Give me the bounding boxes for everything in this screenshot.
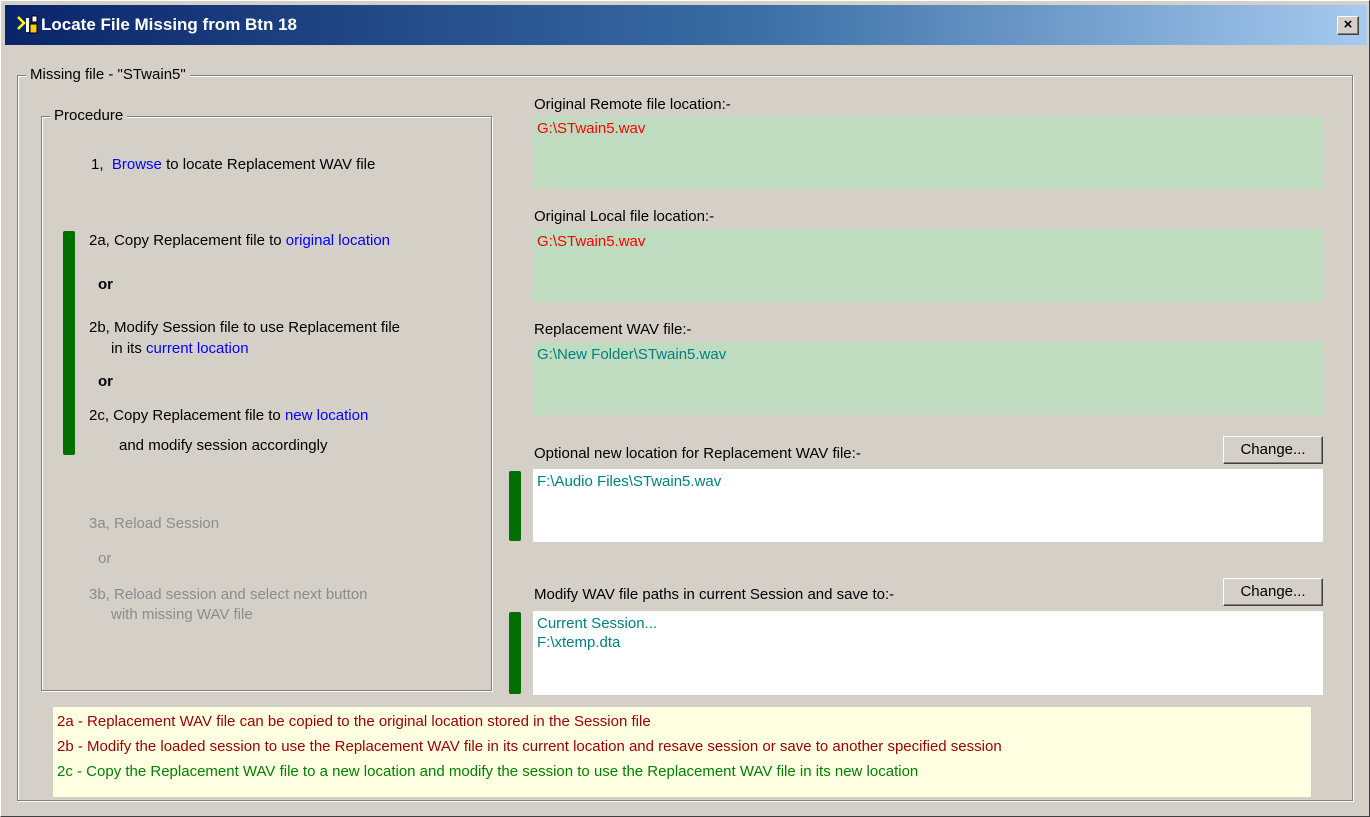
new-location-value: F:\Audio Files\STwain5.wav xyxy=(537,473,722,490)
help-notes-panel: 2a - Replacement WAV file can be copied … xyxy=(53,707,1311,797)
remote-location-value: G:\STwain5.wav xyxy=(537,120,646,137)
step-2-indicator-bar xyxy=(63,231,75,455)
window-title: Locate File Missing from Btn 18 xyxy=(41,15,297,34)
browse-link[interactable]: Browse xyxy=(112,156,162,173)
replacement-file-label: Replacement WAV file:- xyxy=(534,321,692,338)
or-label-3: or xyxy=(98,550,112,567)
modify-session-field[interactable]: Current Session... F:\xtemp.dta xyxy=(533,611,1323,695)
modify-session-indicator-bar xyxy=(509,612,521,694)
or-label-1: or xyxy=(98,276,113,293)
step-2c-line2: and modify session accordingly xyxy=(119,437,328,454)
note-2b: 2b - Modify the loaded session to use th… xyxy=(57,738,1002,755)
procedure-group: Procedure xyxy=(41,107,492,691)
note-2c: 2c - Copy the Replacement WAV file to a … xyxy=(57,763,919,780)
modify-session-value-line1: Current Session... xyxy=(537,615,658,632)
current-location-link[interactable]: current location xyxy=(146,340,249,357)
new-location-indicator-bar xyxy=(509,471,521,541)
note-2a: 2a - Replacement WAV file can be copied … xyxy=(57,713,651,730)
reload-next-step-line2: with missing WAV file xyxy=(111,606,253,623)
reload-next-step-line1[interactable]: 3b, Reload session and select next butto… xyxy=(89,586,368,603)
title-bar[interactable]: Locate File Missing from Btn 18 × xyxy=(5,5,1367,45)
modify-session-label: Modify WAV file paths in current Session… xyxy=(534,586,895,603)
remote-location-field: G:\STwain5.wav xyxy=(533,116,1323,189)
change-new-location-button[interactable]: Change... xyxy=(1223,436,1323,464)
step-2b-line2: in its current location xyxy=(111,340,249,357)
procedure-group-label: Procedure xyxy=(50,107,128,124)
missing-file-group-label: Missing file - "STwain5" xyxy=(26,66,190,83)
close-button[interactable]: × xyxy=(1337,16,1359,35)
original-location-link[interactable]: original location xyxy=(286,232,390,249)
reload-session-step[interactable]: 3a, Reload Session xyxy=(89,515,219,532)
app-icon xyxy=(17,15,38,34)
step-1: 1, Browse to locate Replacement WAV file xyxy=(91,156,376,173)
remote-location-label: Original Remote file location:- xyxy=(534,96,731,113)
modify-session-value-line2: F:\xtemp.dta xyxy=(537,634,621,651)
or-label-2: or xyxy=(98,373,113,390)
step-2a: 2a, Copy Replacement file to original lo… xyxy=(89,232,391,249)
close-icon: × xyxy=(1343,16,1353,33)
change-session-button[interactable]: Change... xyxy=(1223,578,1323,606)
replacement-file-value: G:\New Folder\STwain5.wav xyxy=(537,346,727,363)
dialog-window: Locate File Missing from Btn 18 × Missin… xyxy=(0,0,1370,817)
replacement-file-field: G:\New Folder\STwain5.wav xyxy=(533,342,1323,415)
new-location-label: Optional new location for Replacement WA… xyxy=(534,445,861,462)
new-location-field[interactable]: F:\Audio Files\STwain5.wav xyxy=(533,469,1323,542)
new-location-link[interactable]: new location xyxy=(285,407,368,424)
step-2b-line1: 2b, Modify Session file to use Replaceme… xyxy=(89,319,400,336)
local-location-value: G:\STwain5.wav xyxy=(537,233,646,250)
local-location-field: G:\STwain5.wav xyxy=(533,229,1323,302)
local-location-label: Original Local file location:- xyxy=(534,208,715,225)
step-2c: 2c, Copy Replacement file to new locatio… xyxy=(89,407,369,424)
